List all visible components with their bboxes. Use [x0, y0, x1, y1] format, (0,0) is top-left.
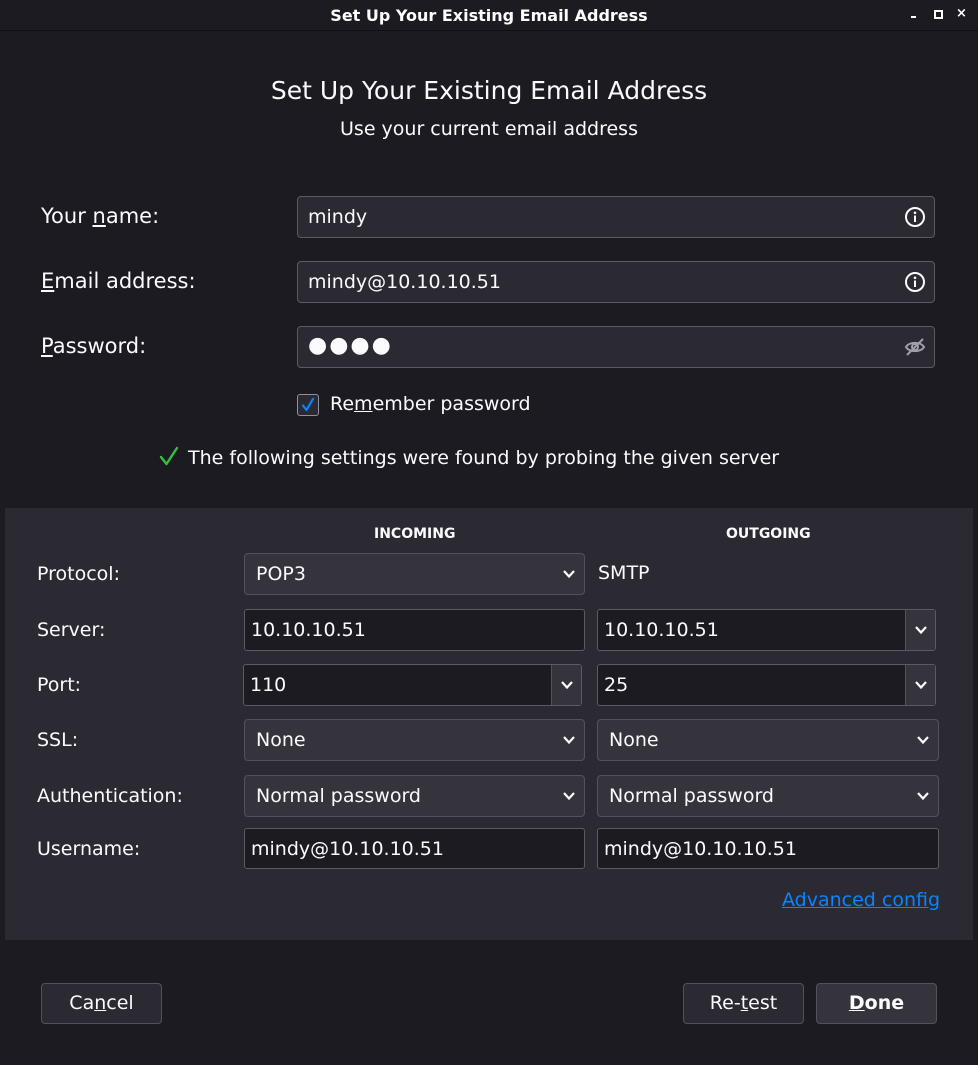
password-label-accesskey: P [41, 334, 53, 358]
incoming-username-value: mindy@10.10.10.51 [251, 838, 444, 860]
name-label-pre: Your [41, 204, 93, 228]
incoming-ssl-select[interactable]: None [244, 719, 585, 761]
chevron-down-icon [915, 681, 927, 690]
remember-label-accesskey: m [354, 393, 373, 415]
email-label: Email address: [41, 269, 196, 293]
outgoing-server-input[interactable]: 10.10.10.51 [597, 609, 936, 651]
outgoing-port-input[interactable]: 25 [597, 664, 936, 706]
chevron-down-icon [561, 681, 573, 690]
protocol-label: Protocol: [37, 563, 120, 585]
outgoing-protocol-value: SMTP [598, 562, 650, 584]
done-label-accesskey: D [848, 992, 865, 1014]
password-field[interactable]: ●●●● [297, 326, 935, 368]
page-title: Set Up Your Existing Email Address [270, 76, 708, 105]
email-label-accesskey: E [41, 269, 55, 293]
info-icon [905, 207, 925, 227]
incoming-ssl-value: None [256, 729, 306, 751]
chevron-down-icon [917, 736, 929, 745]
remember-label-pre: Re [330, 393, 355, 415]
name-value: mindy [308, 206, 368, 228]
incoming-port-dropdown[interactable] [551, 665, 581, 705]
checkmark-icon [159, 446, 179, 466]
retest-label-pre: Re- [709, 992, 741, 1014]
name-label: Your name: [41, 204, 159, 228]
name-field[interactable]: mindy [297, 196, 935, 238]
outgoing-server-dropdown[interactable] [905, 610, 935, 650]
outgoing-ssl-select[interactable]: None [597, 719, 939, 761]
cancel-button[interactable]: Cancel [41, 983, 162, 1024]
chevron-down-icon [915, 626, 927, 635]
incoming-protocol-value: POP3 [256, 563, 306, 585]
chevron-down-icon [563, 792, 575, 801]
incoming-auth-value: Normal password [256, 785, 421, 807]
remember-password-checkbox[interactable] [297, 394, 319, 416]
probe-status-text: The following settings were found by pro… [188, 447, 780, 469]
incoming-port-value: 110 [250, 674, 287, 696]
outgoing-auth-value: Normal password [609, 785, 774, 807]
port-label: Port: [37, 674, 82, 696]
outgoing-username-value: mindy@10.10.10.51 [604, 838, 797, 860]
incoming-port-input[interactable]: 110 [243, 664, 582, 706]
remember-label-post: ember password [372, 393, 531, 415]
email-label-post: mail address: [54, 269, 196, 293]
page-subtitle: Use your current email address [340, 118, 638, 140]
outgoing-port-dropdown[interactable] [905, 665, 935, 705]
info-icon [905, 272, 925, 292]
minimize-icon[interactable] [908, 8, 920, 20]
advanced-config-link[interactable]: Advanced config [782, 889, 940, 911]
checkbox-check-icon [301, 397, 315, 412]
outgoing-port-value: 25 [604, 674, 629, 696]
chevron-down-icon [563, 736, 575, 745]
incoming-protocol-select[interactable]: POP3 [244, 553, 585, 595]
username-label: Username: [37, 838, 141, 860]
name-label-post: ame: [105, 204, 160, 228]
done-button[interactable]: Done [816, 983, 937, 1024]
close-icon[interactable]: × [956, 7, 968, 20]
server-label: Server: [37, 619, 106, 641]
password-label: Password: [41, 334, 146, 358]
maximize-icon[interactable] [932, 8, 944, 20]
password-value: ●●●● [308, 333, 393, 358]
outgoing-server-value: 10.10.10.51 [604, 619, 719, 641]
incoming-username-input[interactable]: mindy@10.10.10.51 [244, 828, 585, 869]
title-bar: Set Up Your Existing Email Address × [0, 0, 978, 31]
outgoing-auth-select[interactable]: Normal password [597, 775, 939, 817]
probe-status: The following settings were found by pro… [158, 445, 779, 469]
chevron-down-icon [563, 570, 575, 579]
done-label-post: one [864, 992, 905, 1014]
retest-label-post: est [748, 992, 778, 1014]
remember-password-label[interactable]: Remember password [330, 393, 531, 415]
cancel-label-post: cel [106, 992, 134, 1014]
eye-slash-icon[interactable] [904, 336, 926, 358]
cancel-label-pre: Ca [69, 992, 95, 1014]
email-field[interactable]: mindy@10.10.10.51 [297, 261, 935, 303]
incoming-header: INCOMING [374, 526, 456, 542]
window-title: Set Up Your Existing Email Address [330, 6, 648, 25]
outgoing-ssl-value: None [609, 729, 659, 751]
retest-button[interactable]: Re-test [683, 983, 804, 1024]
outgoing-header: OUTGOING [726, 526, 811, 542]
cancel-label-accesskey: n [94, 992, 107, 1014]
password-label-post: assword: [52, 334, 147, 358]
incoming-auth-select[interactable]: Normal password [244, 775, 585, 817]
email-value: mindy@10.10.10.51 [308, 271, 501, 293]
authentication-label: Authentication: [37, 785, 183, 807]
chevron-down-icon [917, 792, 929, 801]
name-label-accesskey: n [92, 204, 106, 228]
incoming-server-input[interactable]: 10.10.10.51 [244, 609, 585, 651]
ssl-label: SSL: [37, 729, 79, 751]
incoming-server-value: 10.10.10.51 [251, 619, 366, 641]
outgoing-username-input[interactable]: mindy@10.10.10.51 [597, 828, 939, 869]
